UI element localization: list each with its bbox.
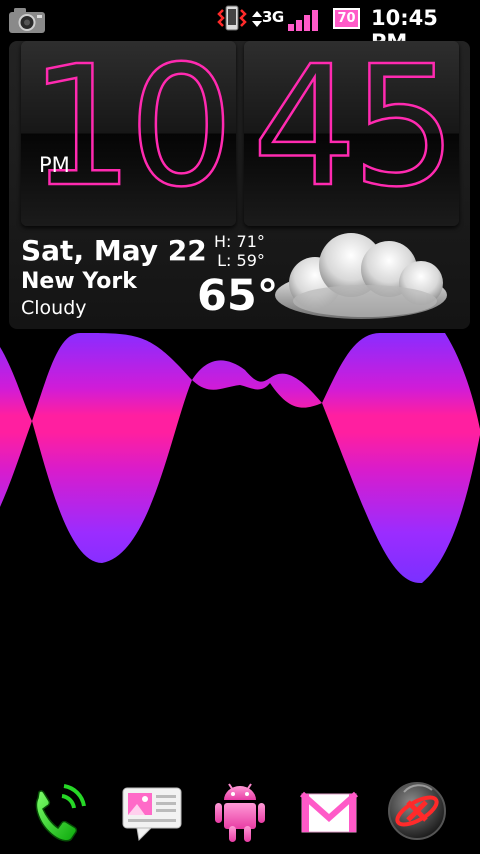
camera-icon <box>9 8 45 33</box>
wave-wallpaper <box>0 333 480 584</box>
vibrate-icon <box>217 5 247 31</box>
wave-shape <box>0 333 480 584</box>
app-dock[interactable] <box>0 770 480 854</box>
weather-high: H: 71° <box>214 232 265 251</box>
battery-icon: 70 <box>333 8 360 29</box>
weather-high-low: H: 71° L: 59° <box>214 232 265 270</box>
data-activity-icon <box>252 11 262 27</box>
email-icon[interactable] <box>294 776 364 846</box>
minutes-flip-card[interactable]: 45 <box>244 41 459 226</box>
signal-strength-icon <box>288 10 318 31</box>
status-bar[interactable]: 3G 70 10:45 PM <box>0 0 480 54</box>
clock-minutes: 45 <box>251 41 459 224</box>
clock-weather-widget[interactable]: 10 PM 45 Sat, May 22 New York Cloudy H: … <box>9 41 470 329</box>
cloud-icon <box>275 233 447 319</box>
android-icon[interactable] <box>205 776 275 846</box>
battery-level: 70 <box>337 11 356 26</box>
weather-date: Sat, May 22 <box>21 234 207 267</box>
weather-condition: Cloudy <box>21 297 87 319</box>
weather-panel[interactable]: Sat, May 22 New York Cloudy H: 71° L: 59… <box>9 229 470 329</box>
weather-city: New York <box>21 269 137 294</box>
clock-ampm: PM <box>39 153 70 177</box>
messaging-icon[interactable] <box>117 776 187 846</box>
network-type: 3G <box>262 8 284 26</box>
weather-low: L: 59° <box>217 251 265 270</box>
hours-flip-card[interactable]: 10 PM <box>21 41 236 226</box>
browser-icon[interactable] <box>382 776 452 846</box>
phone-icon[interactable] <box>24 776 94 846</box>
clock-hours: 10 <box>28 41 236 224</box>
